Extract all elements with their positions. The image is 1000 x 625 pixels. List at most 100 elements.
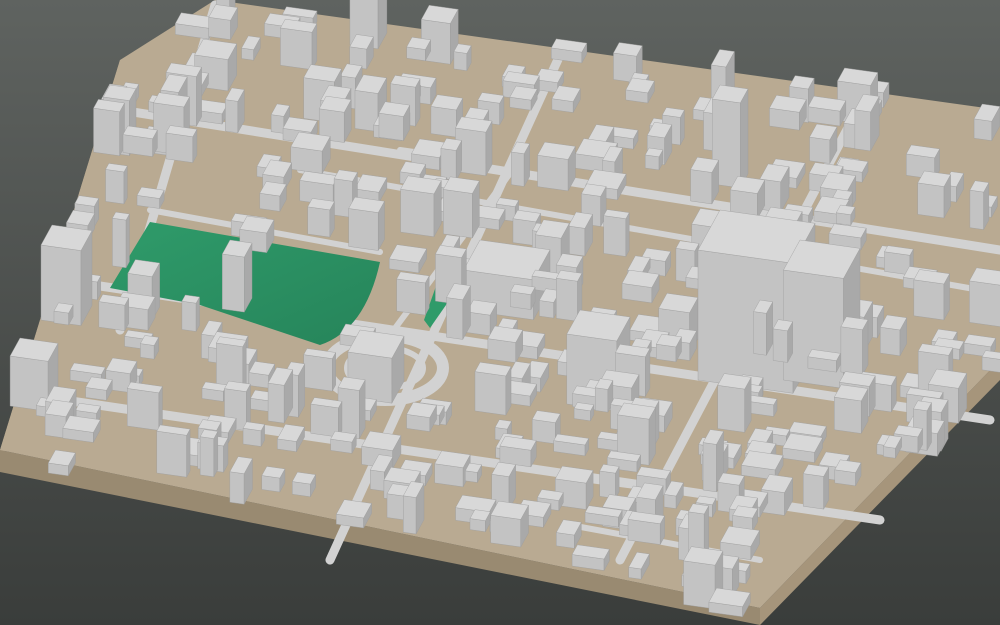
building-face	[196, 67, 202, 127]
building	[510, 141, 530, 187]
building-face	[628, 566, 642, 580]
building	[573, 402, 595, 422]
building	[835, 204, 856, 226]
building	[854, 93, 880, 152]
building	[834, 459, 862, 487]
building-face	[229, 471, 245, 505]
building	[594, 378, 614, 413]
building-face	[809, 136, 830, 164]
building-face	[539, 300, 554, 319]
building	[690, 157, 719, 205]
building	[330, 430, 357, 454]
building	[625, 77, 655, 104]
building-face	[880, 326, 901, 357]
building	[140, 335, 159, 360]
building	[453, 43, 472, 71]
building-face	[772, 328, 788, 363]
building-face	[702, 442, 717, 493]
building-face	[396, 278, 426, 316]
building-face	[969, 280, 1000, 327]
building-face	[656, 343, 677, 363]
building-face	[465, 470, 478, 483]
building	[259, 181, 287, 212]
building-face	[127, 388, 160, 431]
building	[181, 294, 200, 332]
building	[644, 147, 664, 171]
building	[199, 429, 219, 478]
building-face	[98, 301, 126, 331]
building	[400, 175, 442, 237]
building	[708, 587, 751, 618]
building	[717, 373, 752, 433]
building-face	[973, 118, 992, 141]
building	[93, 99, 125, 157]
building-face	[370, 469, 385, 492]
building	[802, 464, 830, 510]
building	[303, 348, 336, 392]
map-viewport[interactable]	[0, 0, 1000, 625]
city-3d-scene[interactable]	[0, 0, 1000, 625]
building	[62, 415, 101, 443]
building	[571, 544, 610, 571]
building	[156, 424, 191, 478]
building-face	[186, 429, 191, 478]
building-face	[443, 189, 473, 239]
building-face	[303, 354, 333, 392]
building-face	[556, 532, 575, 549]
building-face	[225, 99, 239, 134]
building	[969, 180, 990, 230]
building	[487, 325, 524, 363]
building-face	[663, 494, 677, 509]
building	[621, 269, 660, 304]
building	[225, 87, 245, 134]
building	[509, 85, 538, 111]
building	[510, 284, 536, 310]
building-face	[222, 253, 245, 313]
building-face	[242, 340, 247, 391]
building-face	[490, 514, 521, 548]
building-face	[181, 300, 197, 332]
building-face	[267, 382, 285, 424]
building-face	[280, 27, 313, 70]
building	[840, 316, 869, 376]
building-face	[603, 215, 627, 257]
building-face	[165, 132, 193, 163]
building-face	[717, 385, 745, 433]
building	[981, 350, 1000, 373]
building-face	[125, 213, 130, 268]
building	[53, 302, 74, 326]
building	[443, 176, 480, 239]
building-face	[400, 188, 435, 237]
building-face	[290, 146, 323, 174]
building	[537, 141, 576, 192]
building	[388, 244, 427, 274]
building	[126, 381, 163, 431]
building	[136, 186, 165, 209]
building	[807, 95, 847, 127]
building-face	[123, 165, 128, 205]
building-face	[348, 208, 379, 251]
building	[913, 269, 950, 321]
building	[550, 38, 588, 64]
building	[499, 435, 537, 468]
building-face	[158, 386, 163, 431]
building-face	[440, 148, 457, 181]
building	[208, 4, 238, 40]
building	[122, 125, 158, 157]
building-face	[453, 51, 468, 71]
building-face	[511, 151, 525, 187]
building-face	[474, 371, 507, 416]
building-face	[386, 493, 404, 521]
building-face	[208, 17, 231, 40]
building-face	[883, 446, 896, 459]
building-face	[537, 154, 569, 192]
building-face	[270, 114, 285, 134]
building	[165, 125, 198, 163]
building-face	[913, 279, 945, 321]
building	[655, 333, 682, 363]
building	[753, 299, 774, 356]
building	[378, 101, 411, 141]
building	[809, 123, 838, 164]
building	[446, 283, 471, 340]
building-face	[105, 169, 125, 205]
